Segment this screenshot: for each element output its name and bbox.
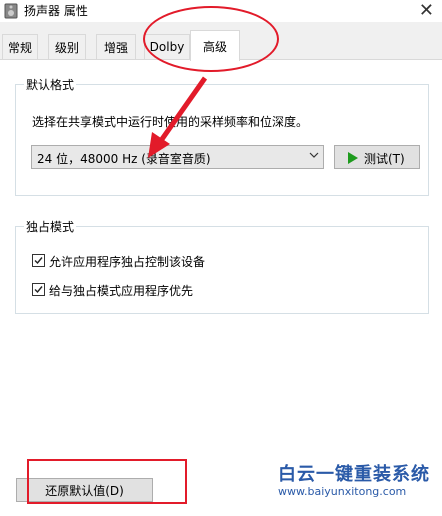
tab-advanced[interactable]: 高级 xyxy=(190,30,240,61)
annotation-arrow xyxy=(148,76,208,158)
watermark-title: 白云一键重装系统 xyxy=(278,464,430,485)
watermark-url: www.baiyunxitong.com xyxy=(278,485,407,498)
